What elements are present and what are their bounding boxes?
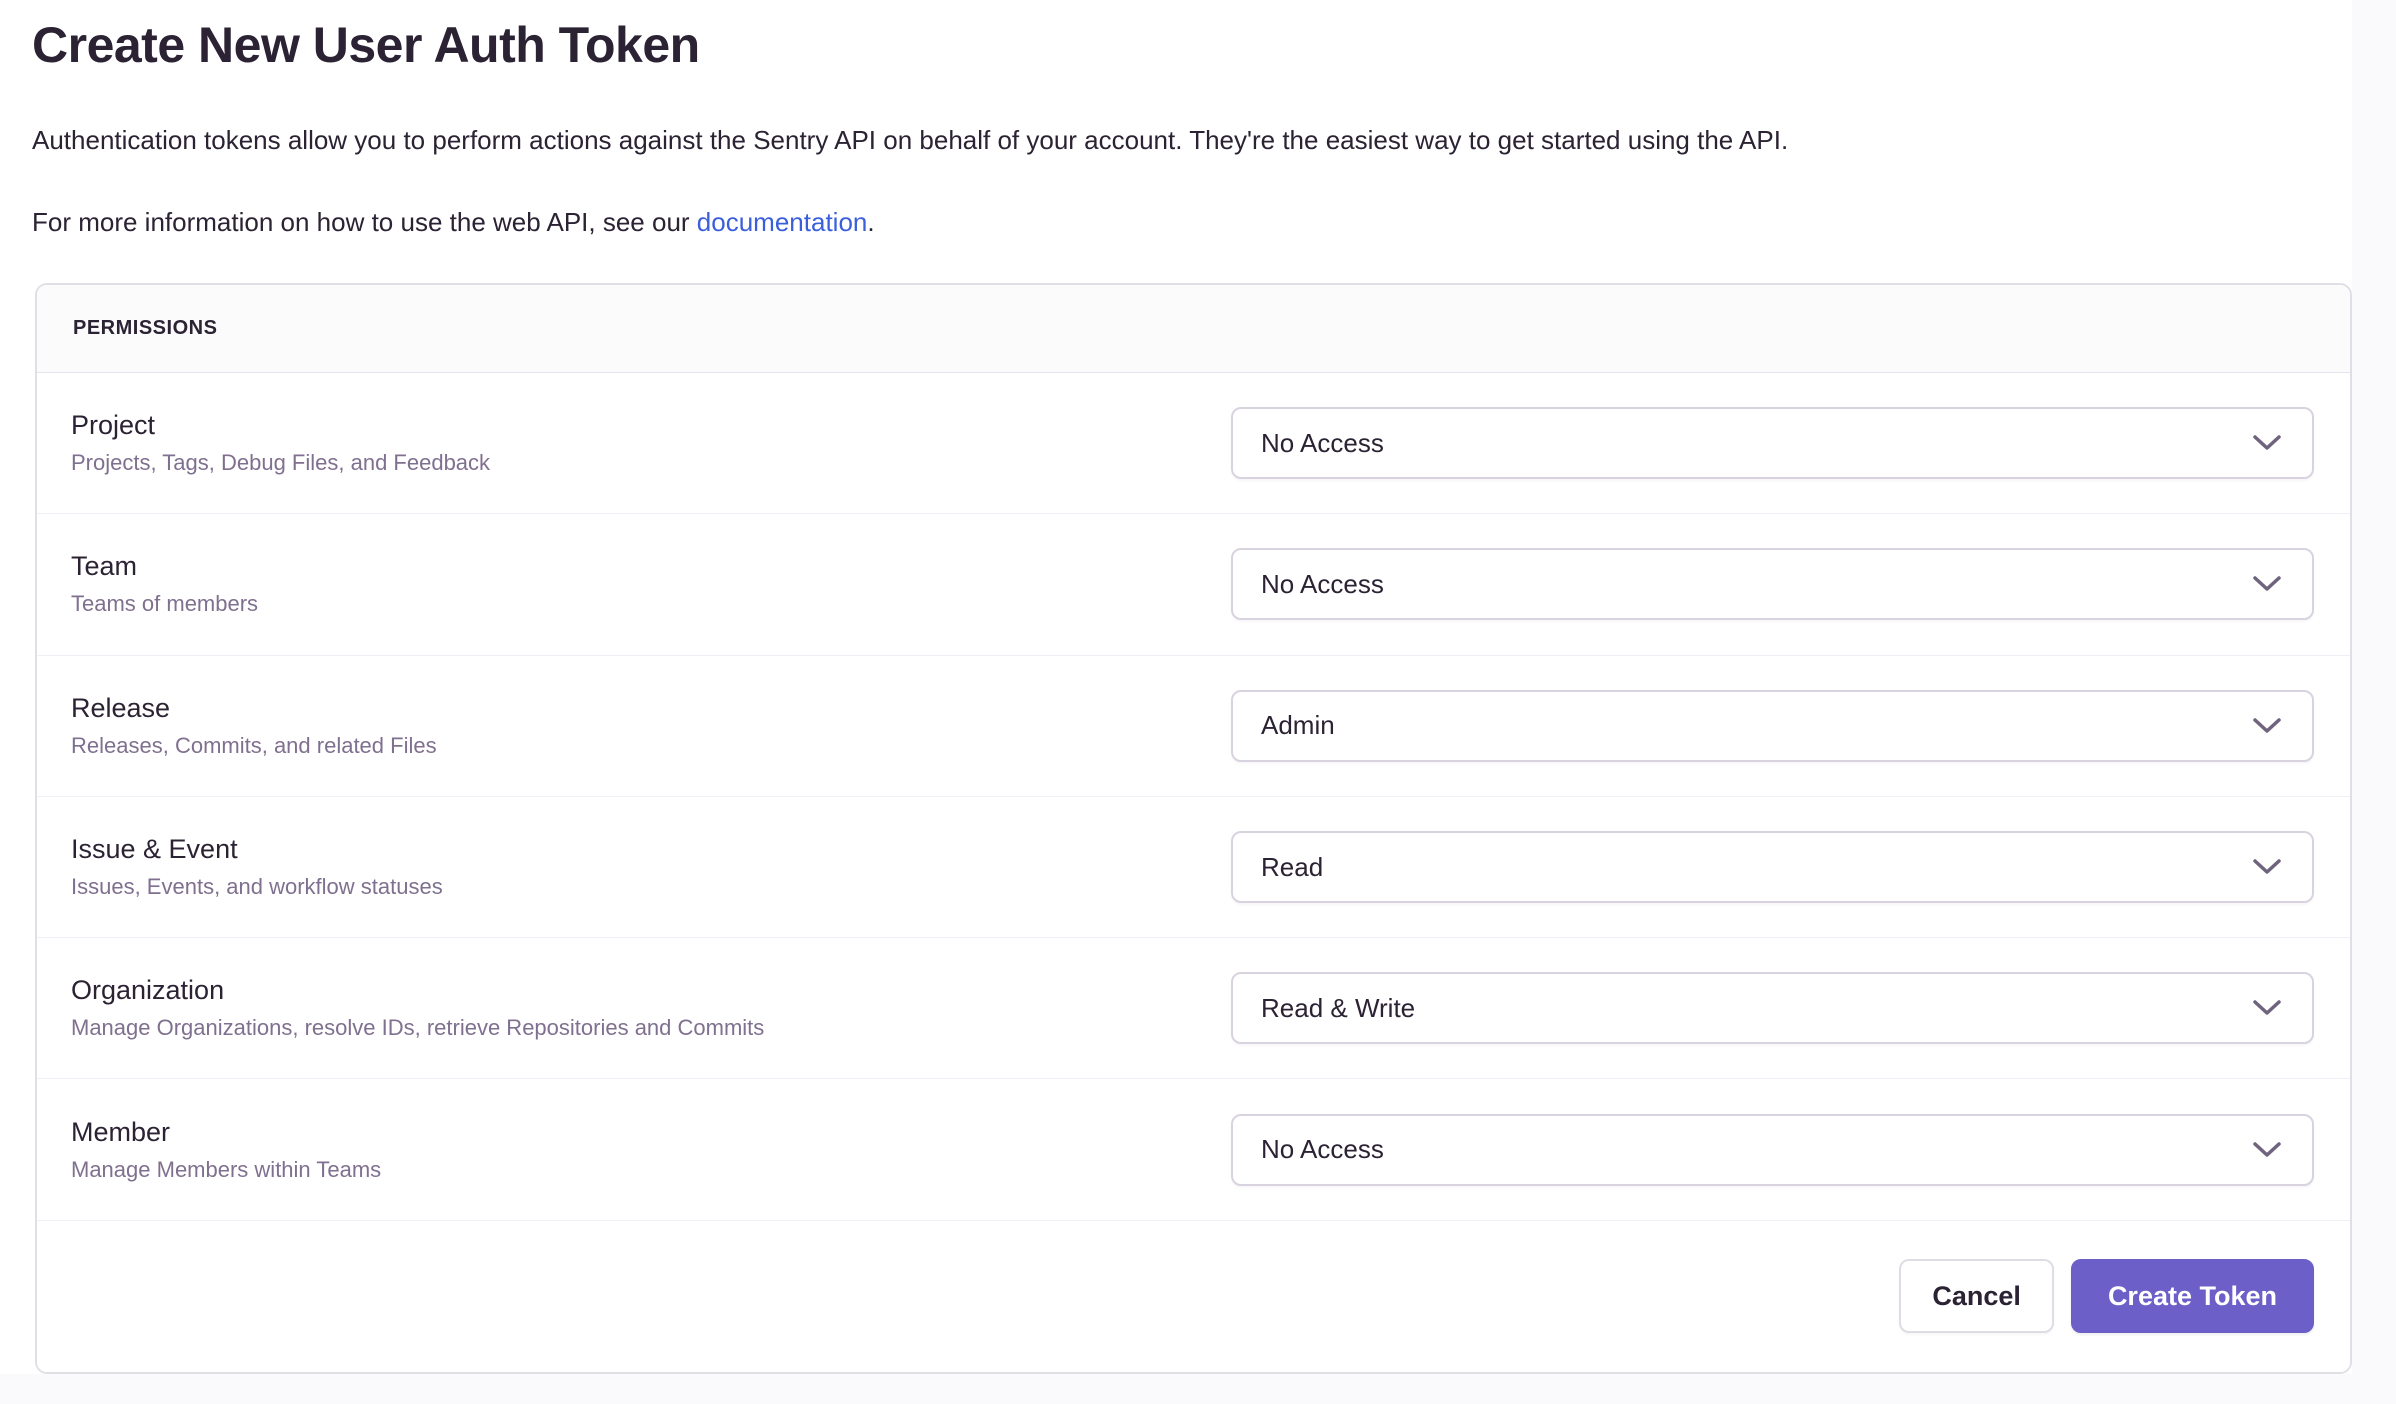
issue-event-access-selected-value: Read bbox=[1261, 852, 1323, 883]
docs-paragraph-prefix: For more information on how to use the w… bbox=[32, 207, 697, 237]
team-access-selected-value: No Access bbox=[1261, 569, 1384, 600]
permission-description: Projects, Tags, Debug Files, and Feedbac… bbox=[71, 450, 1231, 476]
release-access-selected-value: Admin bbox=[1261, 710, 1335, 741]
permission-name: Team bbox=[71, 551, 1231, 582]
permission-name: Member bbox=[71, 1117, 1231, 1148]
issue-event-access-select[interactable]: Read bbox=[1231, 831, 2314, 903]
documentation-link[interactable]: documentation bbox=[697, 207, 868, 237]
project-access-selected-value: No Access bbox=[1261, 428, 1384, 459]
permissions-rows: Project Projects, Tags, Debug Files, and… bbox=[37, 373, 2350, 1221]
permission-row-project: Project Projects, Tags, Debug Files, and… bbox=[37, 373, 2350, 514]
permission-labels: Team Teams of members bbox=[71, 551, 1231, 617]
permission-name: Release bbox=[71, 693, 1231, 724]
permission-description: Issues, Events, and workflow statuses bbox=[71, 874, 1231, 900]
permission-name: Issue & Event bbox=[71, 834, 1231, 865]
permission-labels: Project Projects, Tags, Debug Files, and… bbox=[71, 410, 1231, 476]
chevron-down-icon bbox=[2252, 434, 2282, 452]
intro-paragraph: Authentication tokens allow you to perfo… bbox=[32, 124, 1788, 157]
permission-row-release: Release Releases, Commits, and related F… bbox=[37, 656, 2350, 797]
permission-labels: Release Releases, Commits, and related F… bbox=[71, 693, 1231, 759]
permission-row-team: Team Teams of members No Access bbox=[37, 514, 2350, 655]
team-access-select[interactable]: No Access bbox=[1231, 548, 2314, 620]
permission-row-organization: Organization Manage Organizations, resol… bbox=[37, 938, 2350, 1079]
permission-description: Teams of members bbox=[71, 591, 1231, 617]
permissions-panel: PERMISSIONS Project Projects, Tags, Debu… bbox=[35, 283, 2352, 1374]
page-title: Create New User Auth Token bbox=[32, 16, 700, 74]
docs-paragraph: For more information on how to use the w… bbox=[32, 206, 875, 239]
member-access-select[interactable]: No Access bbox=[1231, 1114, 2314, 1186]
docs-paragraph-suffix: . bbox=[867, 207, 874, 237]
permission-row-issue-event: Issue & Event Issues, Events, and workfl… bbox=[37, 797, 2350, 938]
release-access-select[interactable]: Admin bbox=[1231, 690, 2314, 762]
permission-row-member: Member Manage Members within Teams No Ac… bbox=[37, 1079, 2350, 1220]
project-access-select[interactable]: No Access bbox=[1231, 407, 2314, 479]
permission-name: Organization bbox=[71, 975, 1231, 1006]
organization-access-select[interactable]: Read & Write bbox=[1231, 972, 2314, 1044]
organization-access-selected-value: Read & Write bbox=[1261, 993, 1415, 1024]
chevron-down-icon bbox=[2252, 717, 2282, 735]
chevron-down-icon bbox=[2252, 999, 2282, 1017]
permission-labels: Organization Manage Organizations, resol… bbox=[71, 975, 1231, 1041]
permissions-panel-header: PERMISSIONS bbox=[37, 285, 2350, 373]
permission-labels: Member Manage Members within Teams bbox=[71, 1117, 1231, 1183]
permission-labels: Issue & Event Issues, Events, and workfl… bbox=[71, 834, 1231, 900]
permission-description: Manage Members within Teams bbox=[71, 1157, 1231, 1183]
permission-name: Project bbox=[71, 410, 1231, 441]
cancel-button[interactable]: Cancel bbox=[1899, 1259, 2054, 1333]
create-token-button[interactable]: Create Token bbox=[2071, 1259, 2314, 1333]
permission-description: Manage Organizations, resolve IDs, retri… bbox=[71, 1015, 1231, 1041]
permission-description: Releases, Commits, and related Files bbox=[71, 733, 1231, 759]
panel-footer: Cancel Create Token bbox=[37, 1221, 2350, 1372]
chevron-down-icon bbox=[2252, 858, 2282, 876]
chevron-down-icon bbox=[2252, 575, 2282, 593]
chevron-down-icon bbox=[2252, 1141, 2282, 1159]
member-access-selected-value: No Access bbox=[1261, 1134, 1384, 1165]
